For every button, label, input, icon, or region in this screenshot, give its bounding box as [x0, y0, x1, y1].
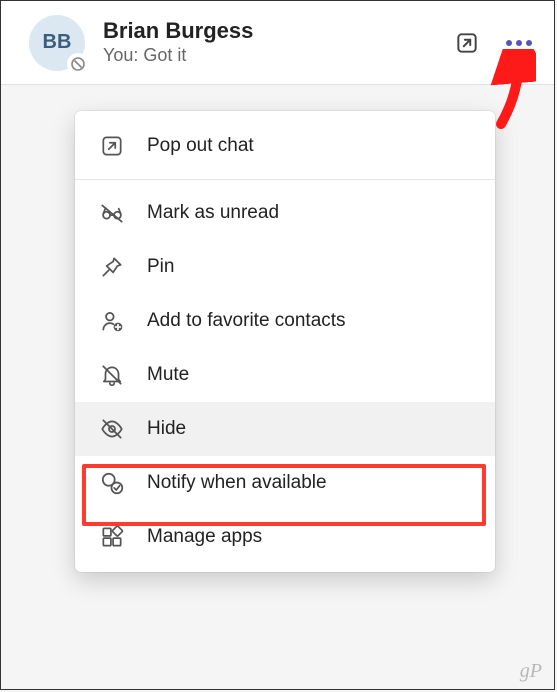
avatar-initials: BB — [43, 31, 72, 54]
apps-icon — [99, 524, 125, 550]
add-contact-icon — [99, 308, 125, 334]
pop-out-icon — [454, 30, 480, 56]
glasses-slash-icon — [99, 200, 125, 226]
menu-label: Notify when available — [147, 472, 327, 494]
presence-offline-icon — [67, 53, 89, 75]
menu-mark-unread[interactable]: Mark as unread — [75, 186, 495, 240]
menu-divider — [75, 179, 495, 180]
menu-pin[interactable]: Pin — [75, 240, 495, 294]
menu-hide[interactable]: Hide — [75, 402, 495, 456]
contact-name: Brian Burgess — [103, 19, 450, 43]
menu-label: Hide — [147, 418, 186, 440]
avatar: BB — [29, 15, 85, 71]
more-icon — [506, 40, 532, 46]
pop-out-chat-button[interactable] — [450, 26, 484, 60]
menu-label: Pin — [147, 256, 174, 278]
pin-icon — [99, 254, 125, 280]
watermark: gP — [520, 660, 542, 683]
menu-label: Manage apps — [147, 526, 262, 548]
menu-label: Add to favorite contacts — [147, 310, 346, 332]
chat-context-menu: Pop out chat Mark as unread — [75, 111, 495, 572]
chat-preview: You: Got it — [103, 45, 450, 66]
bell-slash-icon — [99, 362, 125, 388]
more-options-button[interactable] — [502, 26, 536, 60]
chat-header-text: Brian Burgess You: Got it — [103, 19, 450, 66]
presence-check-icon — [99, 470, 125, 496]
menu-add-favorite[interactable]: Add to favorite contacts — [75, 294, 495, 348]
menu-label: Pop out chat — [147, 135, 254, 157]
menu-label: Mark as unread — [147, 202, 279, 224]
chat-list-item[interactable]: BB Brian Burgess You: Got it — [1, 1, 554, 85]
menu-manage-apps[interactable]: Manage apps — [75, 510, 495, 564]
menu-notify-available[interactable]: Notify when available — [75, 456, 495, 510]
menu-mute[interactable]: Mute — [75, 348, 495, 402]
eye-slash-icon — [99, 416, 125, 442]
menu-pop-out-chat[interactable]: Pop out chat — [75, 119, 495, 173]
pop-out-icon — [99, 133, 125, 159]
menu-label: Mute — [147, 364, 189, 386]
